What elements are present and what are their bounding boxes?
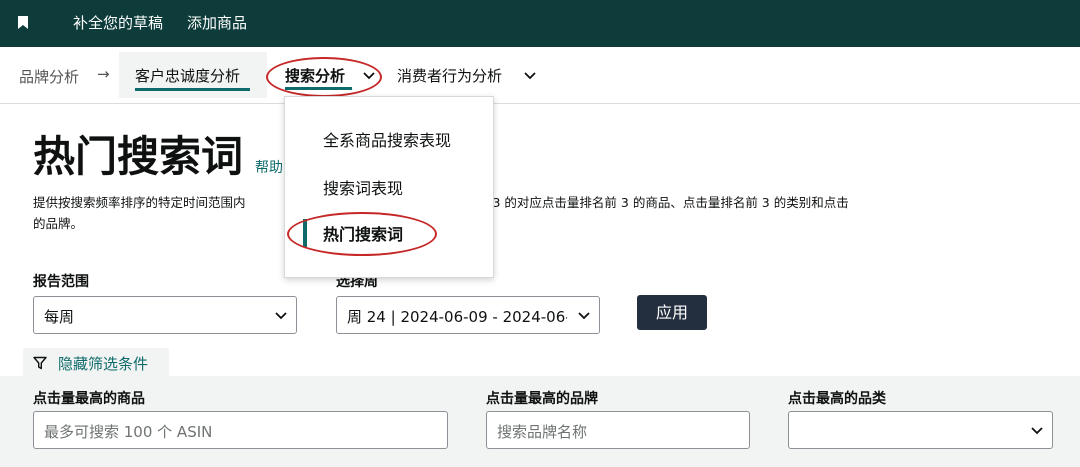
top-brand-placeholder: 搜索品牌名称: [497, 423, 588, 441]
add-products-link[interactable]: 添加商品: [187, 13, 247, 33]
help-link[interactable]: 帮助: [255, 157, 283, 177]
hide-filters-toggle[interactable]: 隐藏筛选条件: [23, 348, 169, 378]
tab-customer-loyalty[interactable]: 客户忠诚度分析: [135, 66, 240, 86]
annotation-ellipse: [287, 212, 437, 256]
top-brand-label: 点击量最高的品牌: [486, 391, 598, 407]
chevron-down-icon: [1031, 427, 1043, 435]
top-product-search-input[interactable]: 最多可搜索 100 个 ASIN: [33, 411, 448, 449]
report-range-label: 报告范围: [33, 274, 89, 290]
top-product-label: 点击量最高的商品: [33, 391, 145, 407]
page-title: 热门搜索词: [33, 132, 244, 181]
bookmark-icon[interactable]: [18, 16, 28, 29]
chevron-down-icon: [578, 312, 590, 320]
top-product-placeholder: 最多可搜索 100 个 ASIN: [44, 423, 213, 441]
description-start: 提供按搜索频率排序的特定时间范围内: [33, 195, 246, 210]
top-brand-search-input[interactable]: 搜索品牌名称: [486, 411, 750, 449]
select-week-select[interactable]: 周 24 | 2024-06-09 - 2024-06-: [336, 296, 600, 334]
tab-underline: [135, 88, 250, 91]
menu-item-catalog-performance[interactable]: 全系商品搜索表现: [323, 130, 451, 152]
hide-filters-label: 隐藏筛选条件: [58, 355, 149, 373]
chevron-down-icon[interactable]: [524, 72, 536, 80]
chevron-down-icon: [275, 312, 287, 320]
menu-item-search-query-performance[interactable]: 搜索词表现: [323, 178, 403, 200]
top-category-select[interactable]: [788, 411, 1053, 449]
page-description: 提供按搜索频率排序的特定时间范围内 了每个搜索词的排名前 3 的对应点击量排名前 …: [33, 192, 1080, 213]
filter-icon: [33, 356, 47, 370]
top-category-label: 点击最高的品类: [788, 391, 886, 407]
page-description-line2: 的品牌。: [33, 216, 84, 231]
select-week-value: 周 24 | 2024-06-09 - 2024-06-: [347, 308, 567, 326]
arrow-right-icon: →: [97, 65, 110, 83]
breadcrumb-brand-analytics[interactable]: 品牌分析: [19, 66, 79, 87]
top-bar: 补全您的草稿 添加商品: [0, 0, 1080, 47]
sub-navigation: 品牌分析 → 客户忠诚度分析 搜索分析 消费者行为分析: [0, 47, 1080, 104]
annotation-ellipse: [266, 57, 382, 97]
report-range-value: 每周: [44, 308, 75, 326]
filter-panel: 点击量最高的商品 最多可搜索 100 个 ASIN 点击量最高的品牌 搜索品牌名…: [0, 376, 1080, 467]
complete-drafts-link[interactable]: 补全您的草稿: [73, 13, 163, 33]
apply-button[interactable]: 应用: [637, 295, 707, 330]
report-range-select[interactable]: 每周: [33, 296, 297, 334]
tab-consumer-behavior[interactable]: 消费者行为分析: [397, 66, 502, 86]
